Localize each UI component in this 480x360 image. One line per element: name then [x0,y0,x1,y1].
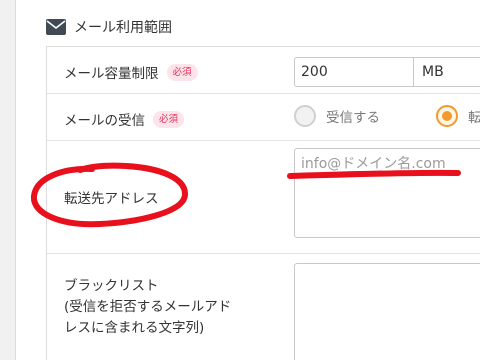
blacklist-label-line1: ブラックリスト [64,278,159,294]
left-sidebar-edge [0,0,16,360]
forward-address-input[interactable] [294,148,480,238]
radio-receive[interactable]: 受信する [294,105,380,127]
radio-forward[interactable]: 転 [436,105,480,127]
row-forward-address: 転送先アドレス [47,141,480,254]
receive-label: メールの受信 [64,113,145,129]
forward-address-label: 転送先アドレス [64,191,159,207]
row-blacklist: ブラックリスト (受信を拒否するメールアド レスに含まれる文字列) [47,254,480,360]
capacity-input[interactable] [294,57,414,87]
forward-label-group: 転送先アドレス [64,187,159,207]
capacity-unit-select[interactable]: MB [413,57,480,87]
capacity-label: メール容量制限 [64,66,159,82]
radio-receive-circle[interactable] [294,105,316,127]
section-header: メール利用範囲 [46,14,172,40]
radio-forward-label[interactable]: 転 [468,106,480,126]
capacity-label-group: メール容量制限 必須 [64,62,198,82]
radio-receive-label[interactable]: 受信する [326,106,380,126]
blacklist-label-line2: (受信を拒否するメールアド [64,299,232,315]
blacklist-input[interactable] [294,263,480,360]
row-receive: メールの受信 必須 受信する 転 [47,94,480,141]
envelope-icon [46,19,66,35]
radio-forward-circle[interactable] [436,105,458,127]
required-badge: 必須 [166,63,198,81]
blacklist-label: ブラックリスト (受信を拒否するメールアド レスに含まれる文字列) [64,276,284,339]
section-title: メール利用範囲 [74,20,172,36]
blacklist-label-line3: レスに含まれる文字列) [64,320,205,336]
settings-panel: メール容量制限 必須 MB メールの受信 必須 受信する 転 転送先アドレス ブ… [46,46,480,360]
required-badge: 必須 [153,110,185,128]
receive-label-group: メールの受信 必須 [64,109,185,129]
row-capacity: メール容量制限 必須 MB [47,47,480,94]
